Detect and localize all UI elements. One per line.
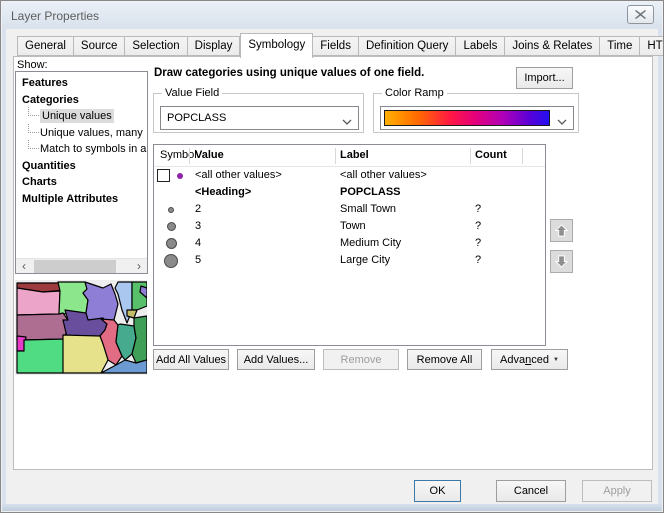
table-row[interactable]: 3 Town ? [154, 218, 545, 235]
color-ramp-swatch [384, 110, 550, 126]
color-ramp-combobox[interactable] [380, 106, 574, 130]
map-region-nebraska [17, 313, 68, 340]
symbol-cell[interactable] [154, 252, 189, 269]
move-down-button[interactable] [550, 250, 573, 273]
tab-definition-query[interactable]: Definition Query [359, 36, 456, 56]
instruction-text: Draw categories using unique values of o… [154, 67, 424, 79]
column-header-symbol: Symbol [160, 149, 197, 161]
tree-branch-icon [28, 124, 39, 133]
cancel-button[interactable]: Cancel [496, 480, 566, 502]
remove-button[interactable]: Remove [323, 349, 399, 370]
value-field-group-label: Value Field [162, 87, 222, 99]
remove-all-button[interactable]: Remove All [407, 349, 482, 370]
map-region-south-dakota [17, 288, 60, 315]
value-field-selected-value: POPCLASS [167, 112, 226, 124]
symbol-circle-icon[interactable] [168, 207, 174, 213]
tree-branch-icon [28, 107, 39, 116]
table-row[interactable]: 2 Small Town ? [154, 201, 545, 218]
show-item-unique-values[interactable]: Unique values [16, 108, 147, 125]
table-row[interactable]: 5 Large City ? [154, 252, 545, 269]
color-ramp-group: Color Ramp [373, 93, 579, 133]
tab-display[interactable]: Display [188, 36, 241, 56]
column-header-value: Value [195, 149, 224, 161]
title-bar[interactable]: Layer Properties [2, 2, 662, 29]
symbol-cell[interactable] [154, 235, 189, 252]
window-frame-right [658, 29, 662, 511]
show-listbox: Features Categories Unique values Unique… [15, 71, 148, 274]
add-all-values-button[interactable]: Add All Values [153, 349, 229, 370]
show-item-categories[interactable]: Categories [16, 92, 147, 109]
symbol-circle-icon[interactable] [166, 238, 177, 249]
chevron-down-icon[interactable] [342, 116, 352, 128]
tab-symbology[interactable]: Symbology [240, 33, 313, 58]
move-up-button[interactable] [550, 219, 573, 242]
close-icon [635, 10, 646, 19]
all-other-values-checkbox[interactable] [157, 169, 170, 182]
tab-labels[interactable]: Labels [456, 36, 505, 56]
tab-source[interactable]: Source [74, 36, 125, 56]
show-item-unique-values-many[interactable]: Unique values, many [16, 125, 147, 142]
symbology-map-preview [15, 280, 147, 375]
tab-html-popup[interactable]: HTML Popup [640, 36, 664, 56]
value-field-combobox[interactable]: POPCLASS [160, 106, 359, 130]
show-item-quantities[interactable]: Quantities [16, 158, 147, 175]
map-region-kansas [17, 339, 65, 373]
arrow-down-icon [554, 254, 569, 269]
dropdown-arrow-icon: ▼ [553, 357, 559, 363]
apply-button[interactable]: Apply [582, 480, 652, 502]
layer-properties-dialog: Layer Properties General Source Selectio… [0, 0, 664, 513]
map-preview-svg [15, 280, 147, 375]
show-item-features[interactable]: Features [16, 75, 147, 92]
tab-time[interactable]: Time [600, 36, 640, 56]
add-values-button[interactable]: Add Values... [237, 349, 315, 370]
window-title: Layer Properties [11, 9, 99, 23]
tab-general[interactable]: General [17, 36, 74, 56]
scroll-left-icon[interactable]: ‹ [16, 259, 32, 273]
show-item-charts[interactable]: Charts [16, 174, 147, 191]
scroll-right-icon[interactable]: › [131, 259, 147, 273]
import-button[interactable]: Import... [516, 67, 573, 89]
value-field-group: Value Field POPCLASS [153, 93, 364, 133]
close-button[interactable] [627, 5, 654, 24]
tree-branch-icon [28, 140, 39, 149]
color-ramp-group-label: Color Ramp [382, 87, 447, 99]
tab-joins-relates[interactable]: Joins & Relates [505, 36, 600, 56]
show-item-match-to-symbols[interactable]: Match to symbols in a [16, 141, 147, 158]
show-item-multiple-attributes[interactable]: Multiple Attributes [16, 191, 147, 208]
hscroll-thumb[interactable] [34, 260, 116, 273]
column-header-count: Count [475, 149, 507, 161]
window-frame-left [2, 29, 6, 511]
map-region-minnesota [58, 282, 88, 314]
table-row[interactable]: <all other values> <all other values> [154, 167, 545, 184]
tab-selection[interactable]: Selection [125, 36, 187, 56]
all-other-values-dot-icon [177, 173, 183, 179]
symbol-circle-icon[interactable] [167, 222, 176, 231]
column-header-label: Label [340, 149, 369, 161]
map-region-missouri [63, 335, 108, 373]
symbol-cell[interactable] [154, 167, 189, 184]
show-label: Show: [17, 59, 48, 71]
chevron-down-icon[interactable] [557, 116, 567, 128]
symbol-circle-icon[interactable] [164, 254, 178, 268]
map-region-wisconsin [83, 282, 118, 320]
tab-bar: General Source Selection Display Symbolo… [17, 33, 664, 58]
unique-values-table: Symbol Value Label Count <all other valu… [153, 144, 546, 346]
table-row[interactable]: <Heading> POPCLASS [154, 184, 545, 201]
tab-fields[interactable]: Fields [313, 36, 359, 56]
advanced-button[interactable]: Advanced ▼ [491, 349, 568, 370]
window-frame-bottom [2, 504, 662, 511]
ok-button[interactable]: OK [414, 480, 461, 502]
table-header: Symbol Value Label Count [154, 145, 545, 167]
symbol-cell[interactable] [154, 201, 189, 218]
symbol-cell[interactable] [154, 218, 189, 235]
show-list-hscrollbar[interactable]: ‹ › [16, 258, 147, 273]
arrow-up-icon [554, 223, 569, 238]
table-row[interactable]: 4 Medium City ? [154, 235, 545, 252]
